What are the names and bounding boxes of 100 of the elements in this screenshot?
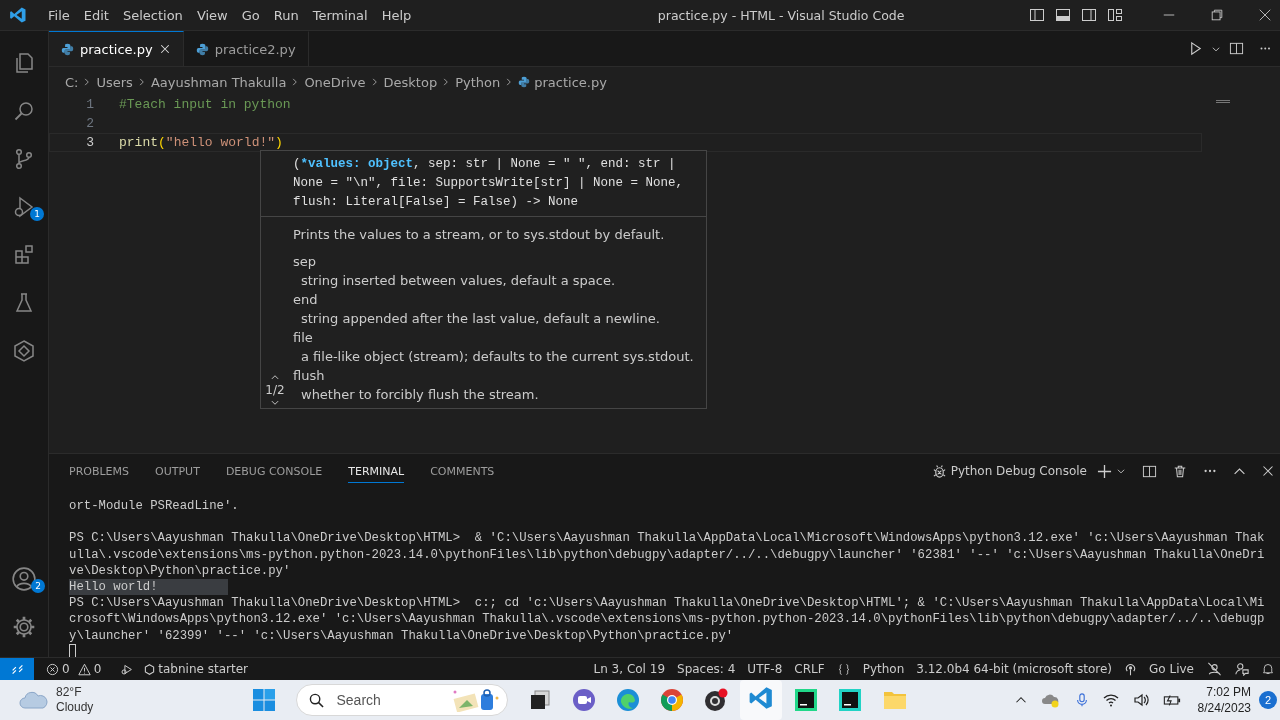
breadcrumb-item[interactable]: Desktop [383,74,438,90]
bell-icon[interactable] [1262,662,1274,676]
volume-icon[interactable] [1132,692,1149,708]
panel-tab[interactable]: OUTPUT [155,459,200,483]
feedback-icon[interactable] [1235,662,1249,676]
restore-icon[interactable] [1210,8,1224,22]
code-line: print("hello world!") [119,135,283,150]
taskbar-search-field[interactable]: Search [296,684,509,716]
warning-icon[interactable] [77,662,91,676]
menu-item[interactable]: Selection [115,7,190,23]
error-icon[interactable] [46,662,59,676]
ide-icon[interactable] [794,688,819,712]
run-icon[interactable] [1188,41,1203,56]
editor-tab[interactable]: practice2.py [183,31,309,66]
breadcrumb-item[interactable]: Python [455,74,501,90]
debug-run-icon[interactable] [119,662,135,676]
breadcrumb-item[interactable]: C: [65,74,79,90]
terminal-line: crosoft\WindowsApps\python3.12.exe' 'c:\Users\Aayushman Thakulla\.vscode\extensions\ms-python.python-2023.14.0\pythonFiles\lib\python\debugpy\adapter/../..\debugp [69,612,1265,627]
microphone-icon[interactable] [1074,692,1089,708]
accounts-off-icon[interactable] [1207,662,1222,676]
menu-item[interactable]: View [189,7,235,23]
close-icon[interactable] [1258,8,1272,22]
code-line: #Teach input in python [119,97,291,112]
account-icon[interactable] [11,566,37,592]
panel-tab[interactable]: PROBLEMS [69,459,130,483]
menu-item[interactable]: Help [374,7,419,23]
chevron-down-icon[interactable] [270,398,280,408]
hexagon-icon [144,663,156,675]
task-view-icon[interactable] [528,688,553,712]
status-item[interactable]: 3.12.0b4 64-bit (microsoft store) [916,662,1113,676]
vscode-icon[interactable] [748,685,775,711]
tabnine-status[interactable]: tabnine starter [158,662,248,676]
panel-toggle-icon[interactable] [1055,7,1071,23]
warning-count[interactable]: 0 [93,662,102,676]
hexagon-icon[interactable] [12,339,36,363]
remote-icon [10,662,24,676]
browser-icon[interactable] [616,688,641,712]
close-icon[interactable] [1262,465,1274,477]
split-editor-icon[interactable] [1229,41,1244,56]
split-terminal-icon[interactable] [1142,463,1157,479]
parameter-description: a file-like object (stream); defaults to the current sys.stdout. [300,348,695,366]
search-icon[interactable] [12,99,36,123]
signature-text: flush: Literal[False] = False) -> None [293,194,580,211]
status-item[interactable]: Go Live [1149,662,1194,676]
menu-item[interactable]: Edit [76,7,116,23]
parameter-description: whether to forcibly flush the stream. [300,386,540,404]
wifi-icon[interactable] [1102,692,1119,708]
status-item[interactable]: CRLF [794,662,825,676]
cloud-icon[interactable] [1040,692,1061,708]
browser-icon[interactable] [660,688,685,712]
status-item[interactable]: Python [862,662,905,676]
menu-item[interactable]: Terminal [305,7,375,23]
python-file-icon [195,42,209,56]
panel-tab[interactable]: DEBUG CONSOLE [225,459,323,483]
clock-time[interactable]: 7:02 PM [1206,684,1251,700]
clock-date[interactable]: 8/24/2023 [1197,700,1251,716]
parameter-name: sep [293,253,318,271]
broadcast-icon [1124,662,1138,676]
line-number: 1 [85,97,95,112]
windows-start-icon[interactable] [252,688,277,712]
vscode-logo-icon [9,6,27,24]
breadcrumb-item[interactable]: OneDrive [304,74,366,90]
panel-tab[interactable]: COMMENTS [430,459,495,483]
status-item[interactable]: UTF-8 [747,662,783,676]
chevron-down-icon[interactable] [1116,466,1126,476]
extensions-icon[interactable] [12,243,36,267]
status-item[interactable]: Spaces: 4 [677,662,736,676]
ide-icon[interactable] [838,688,863,712]
close-icon[interactable] [158,43,171,55]
bug-icon [931,463,947,479]
secondary-sidebar-icon[interactable] [1081,7,1097,23]
recorder-icon[interactable] [704,688,729,712]
error-count[interactable]: 0 [62,662,70,676]
layout-icon[interactable] [1107,7,1123,23]
trash-icon[interactable] [1173,463,1187,479]
video-call-icon[interactable] [572,688,597,712]
braces-icon [836,662,851,676]
panel-tab[interactable]: TERMINAL [348,459,405,483]
plus-icon[interactable] [1097,463,1112,479]
sidebar-toggle-icon[interactable] [1029,7,1045,23]
terminal-line: PS C:\Users\Aayushman Thakulla\OneDrive\Desktop\HTML> & 'C:\Users\Aayushman Thakulla\AppData\Local\Microsoft\WindowsApps\python3.12.exe' 'c:\Users\Aayushman Thak [69,531,1265,546]
notification-badge[interactable]: 2 [1259,691,1277,709]
run-debug-icon[interactable] [12,195,36,219]
editor-tab[interactable]: practice.py [49,31,184,66]
signature-text: None = "\n", file: SupportsWrite[str] | None = None, [293,175,685,192]
terminal-line: ve\Desktop\Python\practice.py' [69,563,291,578]
breadcrumb-item[interactable]: practice.py [534,74,607,90]
python-file-icon [518,76,531,88]
battery-icon[interactable] [1162,692,1181,708]
breadcrumb-item[interactable]: Users [96,74,133,90]
status-item[interactable]: Ln 3, Col 19 [593,662,666,676]
chevron-up-icon[interactable] [270,372,280,382]
breadcrumb-item[interactable]: Aayushman Thakulla [150,74,287,90]
menu-item[interactable]: Run [266,7,306,23]
menu-item[interactable]: File [41,7,77,23]
terminal-line: ort-Module PSReadLine'. [69,499,239,513]
menu-item[interactable]: Go [234,7,267,23]
weather-condition: Cloudy [56,700,94,715]
settings-icon[interactable] [11,614,37,640]
terminal-name[interactable]: Python Debug Console [950,464,1087,478]
